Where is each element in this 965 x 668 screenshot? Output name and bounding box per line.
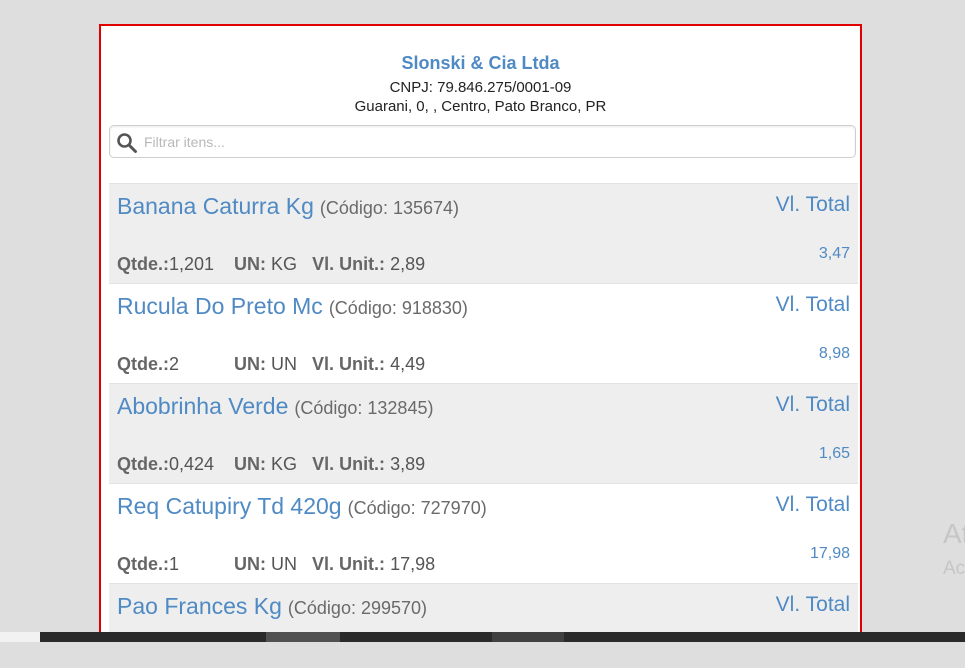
- unit-price-label: Vl. Unit.:: [312, 554, 386, 574]
- item-code: (Código: 135674): [319, 198, 460, 218]
- receipt-panel: Slonski & Cia Ltda CNPJ: 79.846.275/0001…: [99, 24, 862, 640]
- item-name: Req Catupiry Td 420g: [117, 493, 342, 519]
- item-unit-price: 17,98: [390, 554, 436, 574]
- item-total: 1,65: [818, 445, 850, 462]
- item-name-line: Req Catupiry Td 420g (Código: 727970): [117, 493, 487, 520]
- item-total: 17,98: [809, 545, 850, 562]
- list-item[interactable]: Rucula Do Preto Mc (Código: 918830) Vl. T…: [109, 283, 858, 383]
- item-qty: 1: [169, 554, 180, 574]
- total-label: Vl. Total: [775, 393, 850, 416]
- un-label: UN:: [234, 254, 267, 274]
- unit-price-label: Vl. Unit.:: [312, 354, 386, 374]
- item-unit-price: 2,89: [390, 254, 426, 274]
- un-label: UN:: [234, 354, 267, 374]
- item-details: Qtde.:1,201 UN: KG Vl. Unit.: 2,89: [117, 254, 425, 275]
- item-name-line: Pao Frances Kg (Código: 299570): [117, 593, 427, 620]
- list-item[interactable]: Abobrinha Verde (Código: 132845) Vl. Tota…: [109, 383, 858, 483]
- bottom-scrollbar[interactable]: [0, 632, 965, 642]
- item-name: Rucula Do Preto Mc: [117, 293, 323, 319]
- item-code: (Código: 299570): [287, 598, 428, 618]
- item-total: 3,47: [818, 245, 850, 262]
- item-un: KG: [271, 254, 298, 274]
- item-code: (Código: 727970): [347, 498, 487, 518]
- qty-label: Qtde.:: [117, 254, 169, 274]
- list-item[interactable]: Banana Caturra Kg (Código: 135674) Vl. To…: [109, 183, 858, 283]
- item-total: 8,98: [818, 345, 850, 362]
- unit-price-label: Vl. Unit.:: [312, 254, 386, 274]
- search-icon: [117, 133, 137, 153]
- item-qty: 1,201: [169, 254, 215, 274]
- items-list: Banana Caturra Kg (Código: 135674) Vl. To…: [109, 183, 858, 638]
- item-name-line: Rucula Do Preto Mc (Código: 918830): [117, 293, 468, 320]
- total-label: Vl. Total: [775, 193, 850, 216]
- item-name-line: Banana Caturra Kg (Código: 135674): [117, 193, 459, 220]
- qty-label: Qtde.:: [117, 454, 169, 474]
- total-label: Vl. Total: [775, 493, 850, 516]
- item-details: Qtde.:0,424 UN: KG Vl. Unit.: 3,89: [117, 454, 425, 475]
- background-text-line2: Ac: [943, 558, 965, 579]
- item-name: Pao Frances Kg: [117, 593, 282, 619]
- qty-label: Qtde.:: [117, 554, 169, 574]
- un-label: UN:: [234, 554, 267, 574]
- unit-price-label: Vl. Unit.:: [312, 454, 386, 474]
- background-text-line1: At: [943, 518, 965, 549]
- list-item[interactable]: Req Catupiry Td 420g (Código: 727970) Vl.…: [109, 483, 858, 583]
- item-unit-price: 4,49: [390, 354, 426, 374]
- total-label: Vl. Total: [775, 593, 850, 616]
- item-details: Qtde.:1 UN: UN Vl. Unit.: 17,98: [117, 554, 435, 575]
- scrollbar-thumb[interactable]: [266, 632, 340, 642]
- company-cnpj: CNPJ: 79.846.275/0001-09: [389, 79, 572, 96]
- item-qty: 2: [169, 354, 180, 374]
- item-un: UN: [271, 354, 298, 374]
- scrollbar-segment: [492, 632, 564, 642]
- item-details: Qtde.:2 UN: UN Vl. Unit.: 4,49: [117, 354, 425, 375]
- search-box: [109, 125, 856, 158]
- qty-label: Qtde.:: [117, 354, 169, 374]
- total-label: Vl. Total: [775, 293, 850, 316]
- item-name: Abobrinha Verde: [117, 393, 289, 419]
- item-unit-price: 3,89: [390, 454, 426, 474]
- item-qty: 0,424: [169, 454, 215, 474]
- company-address: Guarani, 0, , Centro, Pato Branco, PR: [354, 98, 607, 115]
- item-code: (Código: 918830): [328, 298, 468, 318]
- search-input[interactable]: [144, 130, 844, 154]
- company-name: Slonski & Cia Ltda: [401, 53, 560, 73]
- item-un: UN: [271, 554, 298, 574]
- item-name-line: Abobrinha Verde (Código: 132845): [117, 393, 433, 420]
- scrollbar-segment: [0, 632, 40, 642]
- item-un: KG: [271, 454, 298, 474]
- item-name: Banana Caturra Kg: [117, 193, 314, 219]
- un-label: UN:: [234, 454, 267, 474]
- item-code: (Código: 132845): [294, 398, 434, 418]
